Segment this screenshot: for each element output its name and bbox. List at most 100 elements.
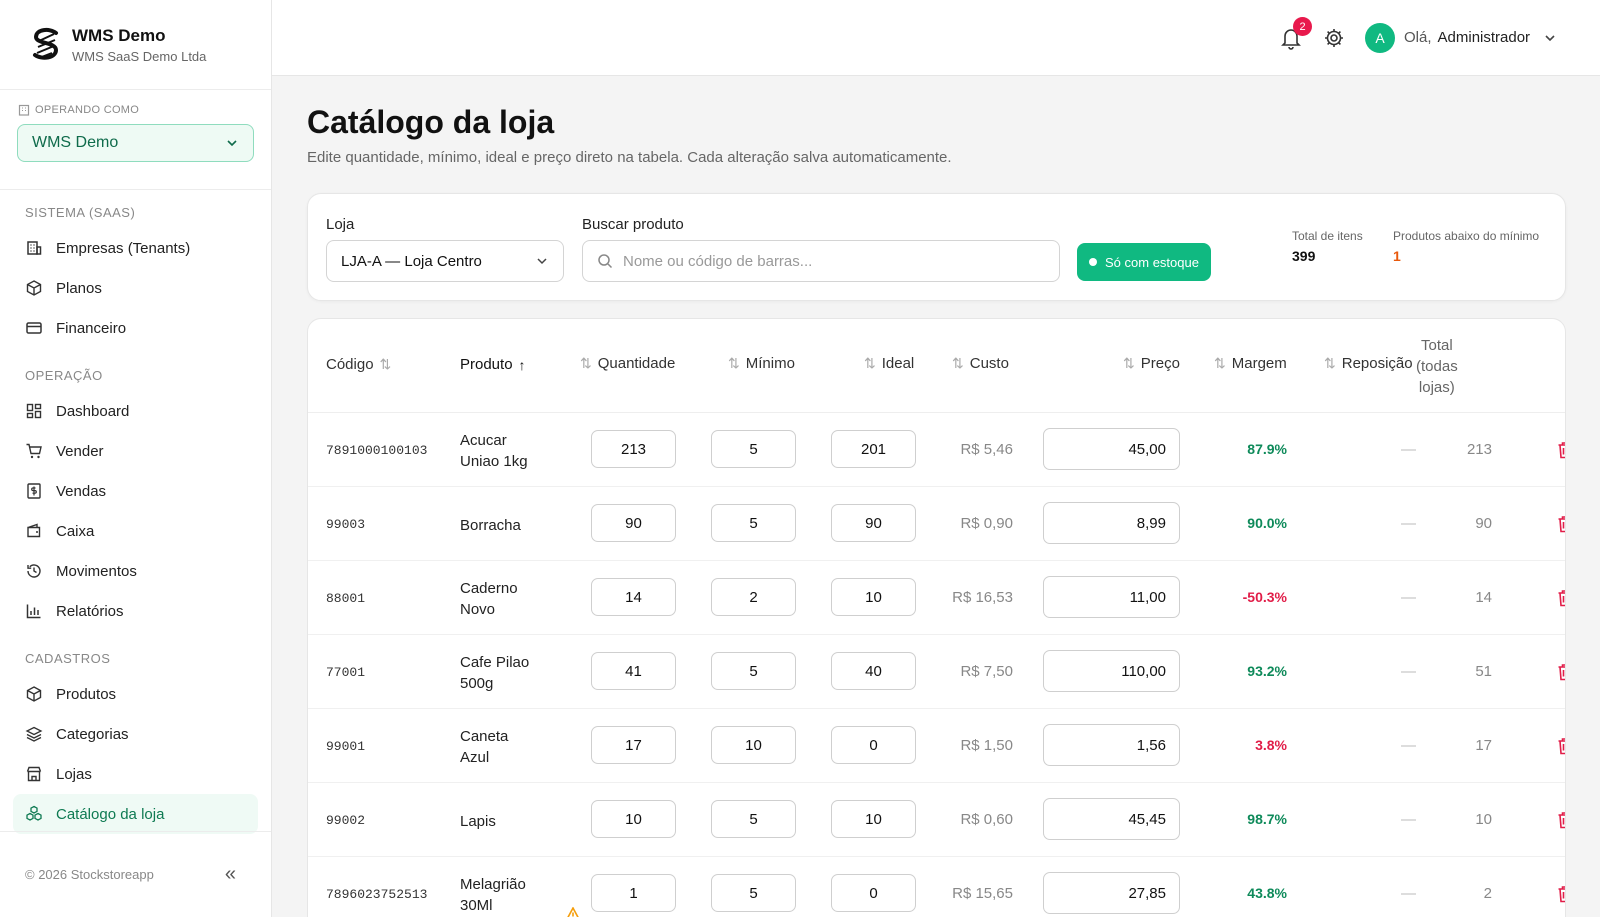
quantity-input[interactable]: 17 (591, 726, 676, 764)
cost-value: R$ 15,65 (952, 885, 1013, 902)
quantity-input[interactable]: 90 (591, 504, 676, 542)
sidebar-item-categories[interactable]: Categorias (0, 714, 271, 754)
table-row: 99002 Lapis 10 5 10 R$ 0,60 45,45 98.7% — 10 (308, 783, 1565, 857)
search-input[interactable]: Nome ou código de barras... (582, 240, 1060, 282)
nav-section-operation: OPERAÇÃO (25, 368, 103, 383)
table-row: 88001 Caderno Novo 14 2 10 R$ 16,53 11,00 -50.3%… (308, 561, 1565, 635)
operating-as-select[interactable]: WMS Demo (17, 124, 254, 162)
trash-icon[interactable] (1557, 589, 1566, 607)
trash-icon[interactable] (1557, 885, 1566, 903)
sidebar: WMS Demo WMS SaaS Demo Ltda OPERANDO COM… (0, 0, 272, 917)
column-header-margin[interactable]: ⇅ Margem (1214, 355, 1287, 372)
sidebar-item-tenants[interactable]: Empresas (Tenants) (0, 228, 271, 268)
sort-icon: ⇅ (864, 355, 876, 371)
price-input[interactable]: 11,00 (1043, 576, 1180, 618)
only-in-stock-button[interactable]: Só com estoque (1077, 243, 1211, 281)
chevron-down-icon (227, 140, 237, 147)
column-header-ideal[interactable]: ⇅ Ideal (864, 355, 914, 372)
brand-name: WMS Demo (72, 25, 166, 45)
minimum-input[interactable]: 5 (711, 504, 796, 542)
sidebar-item-reports[interactable]: Relatórios (0, 591, 271, 631)
column-header-quantity[interactable]: ⇅ Quantidade (580, 355, 675, 372)
user-name: Administrador (1437, 29, 1531, 46)
table-row: 7896023752513 Melagrião 30Ml 1 5 0 R$ 15,65 27,… (308, 857, 1565, 917)
column-header-cost[interactable]: ⇅ Custo (952, 355, 1009, 372)
dashboard-icon (26, 403, 42, 419)
minimum-input[interactable]: 5 (711, 652, 796, 690)
history-icon (27, 564, 41, 578)
nav-section-registry: CADASTROS (25, 651, 111, 666)
ideal-input[interactable]: 10 (831, 578, 916, 616)
sidebar-item-products[interactable]: Produtos (0, 674, 271, 714)
ideal-input[interactable]: 40 (831, 652, 916, 690)
column-header-product[interactable]: Produto ↑ (460, 356, 526, 373)
sidebar-footer: © 2026 Stockstoreapp « (0, 831, 271, 917)
user-greeting[interactable]: Olá, Administrador (1404, 29, 1530, 46)
ideal-input[interactable]: 10 (831, 800, 916, 838)
search-icon (598, 254, 613, 269)
minimum-input[interactable]: 5 (711, 874, 796, 912)
quantity-input[interactable]: 10 (591, 800, 676, 838)
price-input[interactable]: 45,00 (1043, 428, 1180, 470)
trash-icon[interactable] (1557, 515, 1566, 533)
price-input[interactable]: 27,85 (1043, 872, 1180, 914)
store-select[interactable]: LJA-A — Loja Centro (326, 240, 564, 282)
total-all-stores: 10 (1475, 811, 1492, 828)
brand[interactable]: WMS Demo WMS SaaS Demo Ltda (0, 0, 271, 90)
brand-subtitle: WMS SaaS Demo Ltda (72, 48, 207, 64)
product-name: Lapis (460, 813, 496, 830)
quantity-input[interactable]: 41 (591, 652, 676, 690)
quantity-input[interactable]: 14 (591, 578, 676, 616)
collapse-sidebar-icon[interactable]: « (225, 863, 236, 886)
margin-value: 43.8% (1247, 885, 1287, 901)
sidebar-item-sales[interactable]: Vendas (0, 471, 271, 511)
cost-value: R$ 0,60 (960, 811, 1013, 828)
minimum-input[interactable]: 10 (711, 726, 796, 764)
catalog-table: Código ⇅ Produto ↑ ⇅ Quantidade ⇅ Mínimo ⇅ Id… (307, 318, 1566, 917)
trash-icon[interactable] (1557, 737, 1566, 755)
sort-asc-icon: ↑ (518, 356, 526, 373)
minimum-input[interactable]: 5 (711, 800, 796, 838)
toggle-dot-icon (1089, 258, 1098, 266)
gear-icon[interactable] (1323, 27, 1345, 49)
trash-icon[interactable] (1557, 441, 1566, 459)
chevron-down-icon[interactable] (1542, 30, 1558, 46)
product-code: 88001 (326, 591, 366, 606)
sidebar-item-stores[interactable]: Lojas (0, 754, 271, 794)
minimum-input[interactable]: 5 (711, 430, 796, 468)
ideal-input[interactable]: 0 (831, 874, 916, 912)
sidebar-item-plans[interactable]: Planos (0, 268, 271, 308)
ideal-input[interactable]: 0 (831, 726, 916, 764)
column-header-code[interactable]: Código ⇅ (326, 356, 391, 373)
minimum-input[interactable]: 2 (711, 578, 796, 616)
price-input[interactable]: 45,45 (1043, 798, 1180, 840)
column-header-price[interactable]: ⇅ Preço (1123, 355, 1180, 372)
ideal-input[interactable]: 201 (831, 430, 916, 468)
product-name: Caneta Azul (460, 728, 509, 766)
avatar[interactable]: A (1365, 23, 1395, 53)
product-code: 77001 (326, 665, 366, 680)
trash-icon[interactable] (1557, 663, 1566, 681)
sidebar-item-store-catalog[interactable]: Catálogo da loja (13, 794, 258, 834)
sidebar-item-sell[interactable]: Vender (0, 431, 271, 471)
top-bar: 2 A Olá, Administrador (272, 0, 1600, 76)
quantity-input[interactable]: 1 (591, 874, 676, 912)
price-input[interactable]: 1,56 (1043, 724, 1180, 766)
ideal-input[interactable]: 90 (831, 504, 916, 542)
warning-icon (567, 907, 579, 917)
brand-logo-icon (33, 27, 59, 60)
sidebar-item-finance[interactable]: Financeiro (0, 308, 271, 348)
trash-icon[interactable] (1557, 811, 1566, 829)
credit-card-icon (26, 322, 42, 334)
sidebar-item-movements[interactable]: Movimentos (0, 551, 271, 591)
price-input[interactable]: 8,99 (1043, 502, 1180, 544)
column-header-total[interactable]: Total (todas lojas) (1416, 335, 1458, 398)
column-header-restock[interactable]: ⇅ Reposição (1324, 355, 1413, 372)
price-input[interactable]: 110,00 (1043, 650, 1180, 692)
sidebar-item-cashier[interactable]: Caixa (0, 511, 271, 551)
page-subtitle: Edite quantidade, mínimo, ideal e preço … (307, 149, 952, 166)
column-header-minimum[interactable]: ⇅ Mínimo (728, 355, 795, 372)
sidebar-item-dashboard[interactable]: Dashboard (0, 391, 271, 431)
table-row: 77001 Cafe Pilao 500g 41 5 40 R$ 7,50 110,00 93.… (308, 635, 1565, 709)
quantity-input[interactable]: 213 (591, 430, 676, 468)
